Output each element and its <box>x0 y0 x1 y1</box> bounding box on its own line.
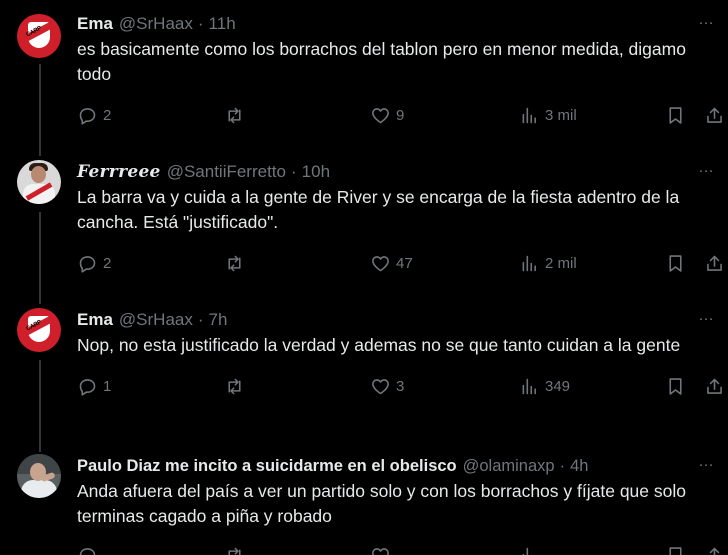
views-button[interactable]: 2 mil <box>519 251 577 275</box>
conversation-thread: CARP Ema @SrHaax · 11h … es basicamente … <box>0 0 728 555</box>
like-button[interactable]: 3 <box>370 374 404 398</box>
views-icon <box>522 107 536 123</box>
more-icon[interactable]: … <box>698 159 715 177</box>
tweet-text: La barra va y cuida a la gente de River … <box>77 187 680 232</box>
retweet-button[interactable] <box>224 543 245 555</box>
tweet[interactable]: CARP Ema @SrHaax · 11h … es basicamente … <box>0 0 728 148</box>
share-icon <box>707 255 722 271</box>
retweet-button[interactable] <box>224 374 250 398</box>
timestamp[interactable]: 7h <box>209 310 228 330</box>
user-handle[interactable]: @SantiiFerretto <box>167 162 286 182</box>
retweet-icon <box>228 107 241 123</box>
tweet-header: Ema @SrHaax · 7h … <box>77 307 718 330</box>
share-button[interactable] <box>704 251 725 275</box>
views-button[interactable]: 349 <box>519 374 570 398</box>
bookmark-icon <box>669 106 682 124</box>
separator: · <box>197 14 204 33</box>
display-name[interactable]: Ferrreee <box>77 162 161 182</box>
view-count: 349 <box>545 377 571 395</box>
bookmark-button[interactable] <box>665 374 686 398</box>
bookmark-icon <box>669 254 682 272</box>
separator: · <box>559 456 566 475</box>
views-icon <box>522 378 536 394</box>
avatar[interactable]: CARP <box>17 14 61 58</box>
retweet-icon <box>228 255 241 271</box>
separator: · <box>291 162 297 181</box>
reply-count: 2 <box>103 254 112 272</box>
tweet-header: Ferrreee @SantiiFerretto · 10h … <box>77 159 718 182</box>
display-name[interactable]: Ema <box>77 14 113 34</box>
more-icon[interactable]: … <box>698 307 715 325</box>
like-button[interactable] <box>370 543 391 555</box>
user-handle[interactable]: @SrHaax <box>119 14 193 34</box>
timestamp[interactable]: 4h <box>570 457 588 476</box>
retweet-button[interactable] <box>224 103 250 127</box>
user-handle[interactable]: @olaminaxp <box>463 457 555 476</box>
like-button[interactable]: 47 <box>370 251 413 275</box>
tweet-actions: 2 9 3 mil <box>77 103 728 127</box>
view-count: 3 mil <box>545 106 577 124</box>
views-icon <box>522 255 536 271</box>
more-icon[interactable]: … <box>698 453 715 471</box>
more-icon[interactable]: … <box>698 11 715 29</box>
tweet-actions: 1 3 349 <box>77 374 728 398</box>
bookmark-icon <box>669 377 682 395</box>
reply-icon <box>79 547 96 555</box>
tweet-text: es basicamente como los borrachos del ta… <box>77 39 686 84</box>
retweet-icon <box>228 547 241 555</box>
share-icon <box>707 378 722 394</box>
tweet-actions: 2 47 2 mil <box>77 251 728 275</box>
views-icon <box>522 547 533 555</box>
share-button[interactable] <box>704 374 725 398</box>
separator: · <box>197 310 204 329</box>
reply-count: 1 <box>103 377 112 395</box>
like-count: 3 <box>396 377 405 395</box>
tweet[interactable]: Ferrreee @SantiiFerretto · 10h … La barr… <box>0 148 728 296</box>
like-button[interactable]: 9 <box>370 103 404 127</box>
tweet-header: Ema @SrHaax · 11h … <box>77 11 718 34</box>
reply-button[interactable]: 2 <box>77 103 111 127</box>
reply-icon <box>79 378 96 396</box>
tweet-text: Nop, no esta justificado la verdad y ade… <box>77 335 681 355</box>
share-icon <box>709 547 720 555</box>
timestamp[interactable]: 11h <box>209 14 236 34</box>
bookmark-button[interactable] <box>665 103 686 127</box>
share-button[interactable] <box>704 103 725 127</box>
timestamp[interactable]: 10h <box>302 162 330 182</box>
bookmark-button[interactable] <box>665 251 686 275</box>
avatar[interactable] <box>17 454 61 498</box>
display-name[interactable]: Ema <box>77 310 113 330</box>
retweet-icon <box>228 378 241 394</box>
tweet[interactable]: Paulo Diaz me incito a suicidarme en el … <box>0 444 728 555</box>
tweet-text: Anda afuera del país a ver un partido so… <box>77 481 686 526</box>
user-handle[interactable]: @SrHaax <box>119 310 193 330</box>
views-button[interactable] <box>519 543 540 555</box>
tweet-actions <box>77 543 728 555</box>
reply-button[interactable] <box>77 543 98 555</box>
avatar[interactable] <box>17 160 61 204</box>
reply-icon <box>79 255 96 273</box>
like-icon <box>372 547 389 555</box>
share-icon <box>707 107 722 123</box>
like-count: 9 <box>396 106 405 124</box>
reply-button[interactable]: 2 <box>77 251 111 275</box>
like-icon <box>372 255 389 271</box>
like-icon <box>372 107 389 123</box>
view-count: 2 mil <box>545 254 577 272</box>
tweet-header: Paulo Diaz me incito a suicidarme en el … <box>77 453 718 476</box>
bookmark-button[interactable] <box>665 543 686 555</box>
reply-count: 2 <box>103 106 112 124</box>
avatar[interactable]: CARP <box>17 308 61 352</box>
like-icon <box>372 378 389 394</box>
tweet[interactable]: CARP Ema @SrHaax · 7h … Nop, no esta jus… <box>0 296 728 444</box>
like-count: 47 <box>396 254 413 272</box>
bookmark-icon <box>669 546 682 555</box>
views-button[interactable]: 3 mil <box>519 103 577 127</box>
share-button[interactable] <box>704 543 725 555</box>
reply-icon <box>79 107 96 125</box>
display-name[interactable]: Paulo Diaz me incito a suicidarme en el … <box>77 457 457 476</box>
retweet-button[interactable] <box>224 251 250 275</box>
reply-button[interactable]: 1 <box>77 374 111 398</box>
